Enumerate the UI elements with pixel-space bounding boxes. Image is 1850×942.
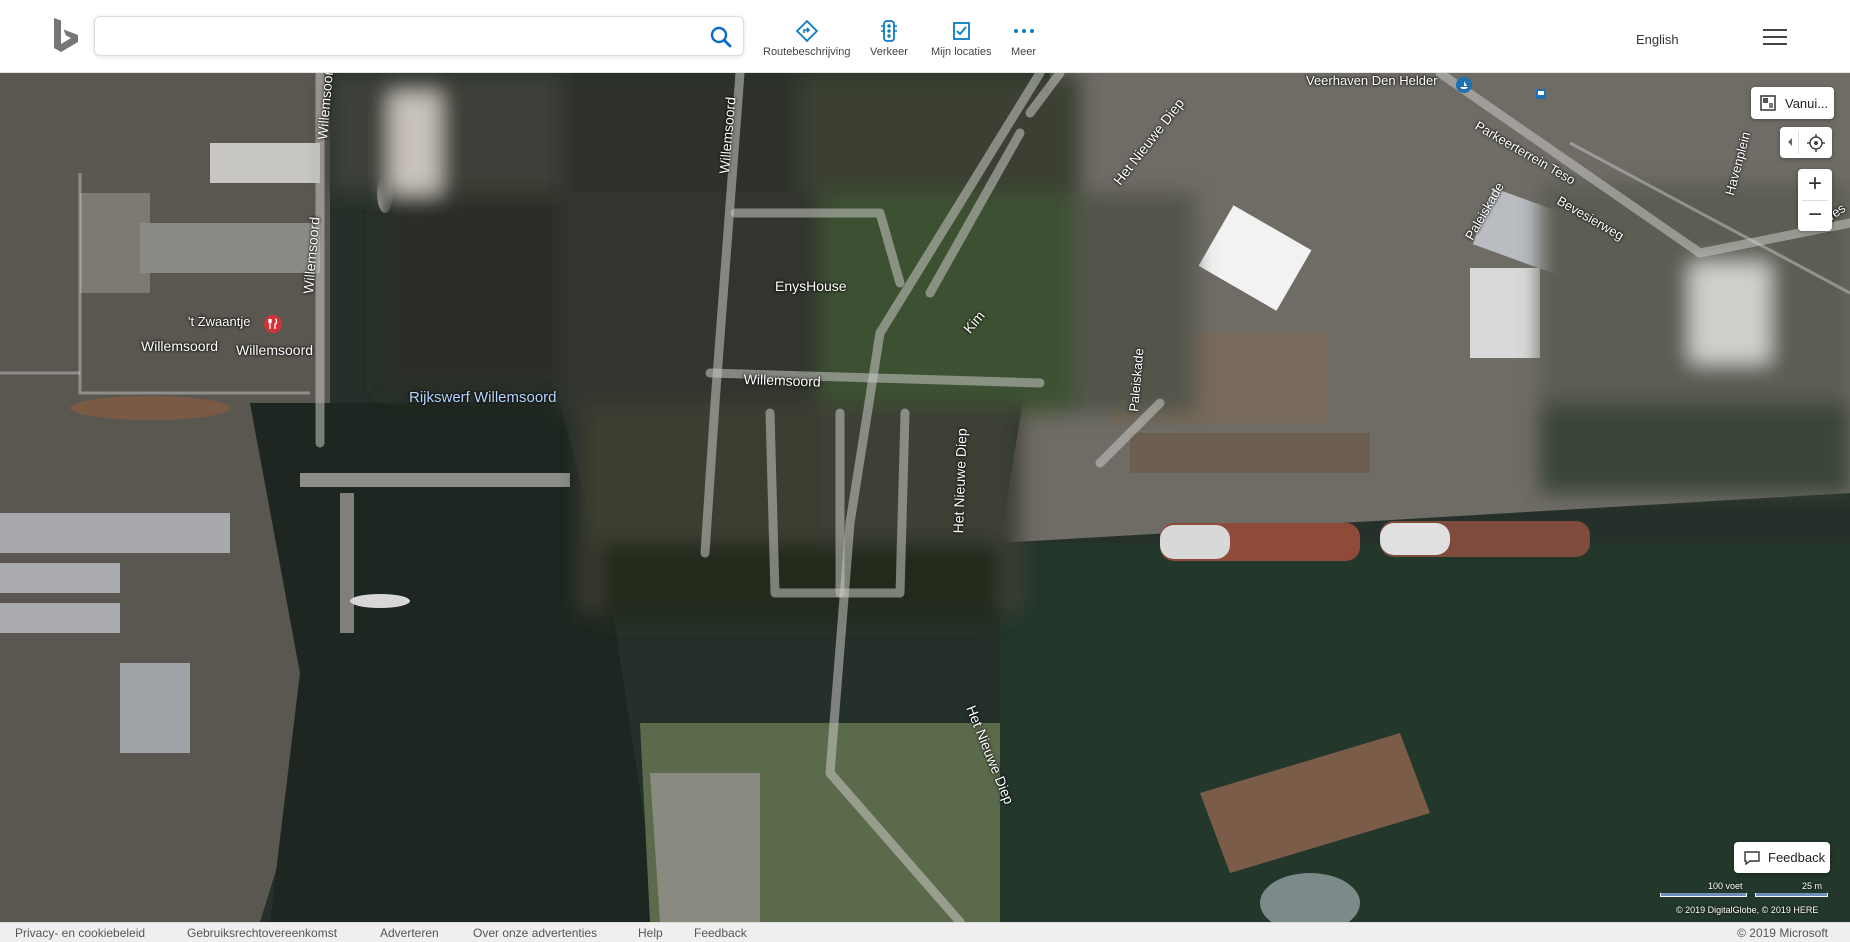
map-feedback-label: Feedback xyxy=(1768,850,1826,865)
restaurant-icon[interactable] xyxy=(264,315,282,333)
map-label-enyshouse[interactable]: EnysHouse xyxy=(775,278,847,294)
hamburger-menu-icon[interactable] xyxy=(1763,29,1787,47)
footer: Privacy- en cookiebeleid Gebruiksrechtov… xyxy=(0,922,1850,942)
scale-label-feet: 100 voet xyxy=(1708,881,1743,891)
footer-link-help[interactable]: Help xyxy=(638,926,663,940)
locate-icon[interactable] xyxy=(1806,133,1826,153)
ferry-icon[interactable] xyxy=(1456,77,1472,93)
directions-label: Routebeschrijving xyxy=(763,46,851,58)
footer-link-about-ads[interactable]: Over onze advertenties xyxy=(473,926,597,940)
aerial-view-icon xyxy=(1760,95,1776,111)
directions-button[interactable]: Routebeschrijving xyxy=(763,20,850,58)
footer-link-terms[interactable]: Gebruiksrechtovereenkomst xyxy=(187,926,337,940)
locate-me-button[interactable] xyxy=(1780,127,1832,158)
zoom-out-button[interactable]: − xyxy=(1798,200,1832,231)
map-feedback-button[interactable]: Feedback xyxy=(1734,842,1830,873)
scale-bar: 100 voet 25 m xyxy=(1660,881,1828,901)
more-dots-icon xyxy=(1013,29,1034,33)
map-label-veerhaven[interactable]: Veerhaven Den Helder xyxy=(1306,73,1438,88)
collapse-arrow-icon[interactable] xyxy=(1786,137,1794,147)
map-style-button[interactable]: Vanui... xyxy=(1751,87,1834,119)
more-button[interactable]: Meer xyxy=(1011,20,1036,58)
search-box xyxy=(94,16,744,56)
language-selector[interactable]: English xyxy=(1636,32,1679,47)
scale-bar-meters xyxy=(1755,893,1828,897)
my-places-label: Mijn locaties xyxy=(931,46,992,58)
footer-link-privacy[interactable]: Privacy- en cookiebeleid xyxy=(15,926,145,940)
map-copyright: © 2019 DigitalGlobe, © 2019 HERE xyxy=(1676,905,1819,915)
footer-link-advertise[interactable]: Adverteren xyxy=(380,926,439,940)
scale-bar-feet xyxy=(1660,893,1747,897)
search-icon[interactable] xyxy=(707,23,735,51)
my-places-icon xyxy=(953,22,971,40)
zoom-in-button[interactable]: + xyxy=(1798,169,1832,200)
map-label-willemsoord-road[interactable]: Willemsoord xyxy=(743,371,821,390)
directions-icon xyxy=(795,20,818,42)
bing-logo[interactable] xyxy=(52,18,82,54)
map-label-rijkswerf[interactable]: Rijkswerf Willemsoord xyxy=(409,389,557,406)
bus-stop-icon[interactable] xyxy=(1536,89,1546,99)
map-style-label: Vanui... xyxy=(1785,96,1829,111)
zoom-controls: + − xyxy=(1798,169,1832,231)
my-places-button[interactable]: Mijn locaties xyxy=(931,20,992,58)
traffic-light-icon xyxy=(880,20,897,42)
footer-link-feedback[interactable]: Feedback xyxy=(694,926,747,940)
map-label-willemsoord-h2[interactable]: Willemsoord xyxy=(236,342,313,358)
footer-copyright: © 2019 Microsoft xyxy=(1737,926,1828,940)
traffic-label: Verkeer xyxy=(870,46,908,58)
map-label-zwaantje[interactable]: 't Zwaantje xyxy=(188,314,250,329)
traffic-button[interactable]: Verkeer xyxy=(870,20,908,58)
map-label-willemsoord-h1[interactable]: Willemsoord xyxy=(141,338,218,354)
map-canvas[interactable]: Veerhaven Den Helder Parkeerterrein Teso… xyxy=(0,73,1850,922)
search-input[interactable] xyxy=(105,23,695,51)
top-bar: Routebeschrijving Verkeer Mijn locaties … xyxy=(0,0,1850,73)
more-label: Meer xyxy=(1011,46,1037,58)
feedback-icon xyxy=(1744,851,1760,865)
control-divider xyxy=(1798,131,1799,154)
scale-label-meters: 25 m xyxy=(1802,881,1823,891)
